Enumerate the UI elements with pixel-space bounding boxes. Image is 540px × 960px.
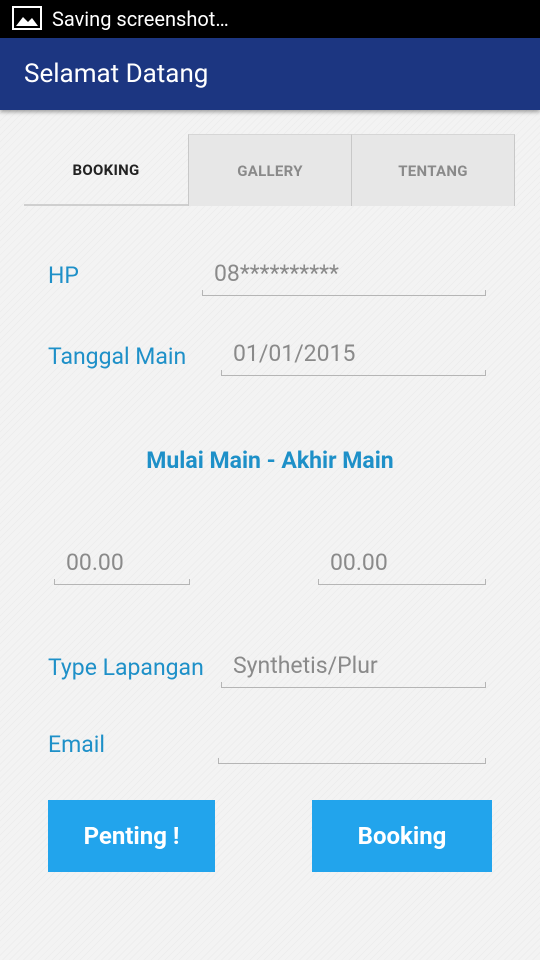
- time-section-title: Mulai Main - Akhir Main: [146, 447, 394, 474]
- tab-bar: BOOKING GALLERY TENTANG: [24, 134, 515, 206]
- type-lapangan-label: Type Lapangan: [48, 654, 204, 681]
- status-text: Saving screenshot…: [52, 7, 229, 31]
- tanggal-main-value: 01/01/2015: [233, 340, 356, 367]
- start-time-field[interactable]: 00.00: [54, 549, 190, 585]
- type-lapangan-field[interactable]: Synthetis/Plur: [221, 652, 486, 688]
- email-label: Email: [48, 731, 105, 758]
- tab-booking[interactable]: BOOKING: [24, 134, 188, 206]
- end-time-field[interactable]: 00.00: [318, 549, 486, 585]
- end-time-value: 00.00: [330, 549, 388, 576]
- app-title: Selamat Datang: [24, 59, 209, 89]
- hp-value: 08**********: [214, 260, 339, 287]
- tab-tentang[interactable]: TENTANG: [351, 134, 515, 206]
- hp-field[interactable]: 08**********: [202, 260, 486, 296]
- app-bar: Selamat Datang: [0, 38, 540, 110]
- tab-gallery[interactable]: GALLERY: [188, 134, 352, 206]
- penting-button[interactable]: Penting !: [48, 800, 215, 872]
- start-time-value: 00.00: [66, 549, 124, 576]
- email-field[interactable]: [218, 734, 486, 764]
- hp-label: HP: [48, 262, 79, 289]
- tanggal-main-label: Tanggal Main: [48, 343, 187, 370]
- status-bar: Saving screenshot…: [0, 0, 540, 38]
- image-icon: [12, 6, 42, 30]
- tanggal-main-field[interactable]: 01/01/2015: [221, 340, 486, 376]
- type-lapangan-value: Synthetis/Plur: [233, 652, 378, 679]
- booking-button[interactable]: Booking: [312, 800, 492, 872]
